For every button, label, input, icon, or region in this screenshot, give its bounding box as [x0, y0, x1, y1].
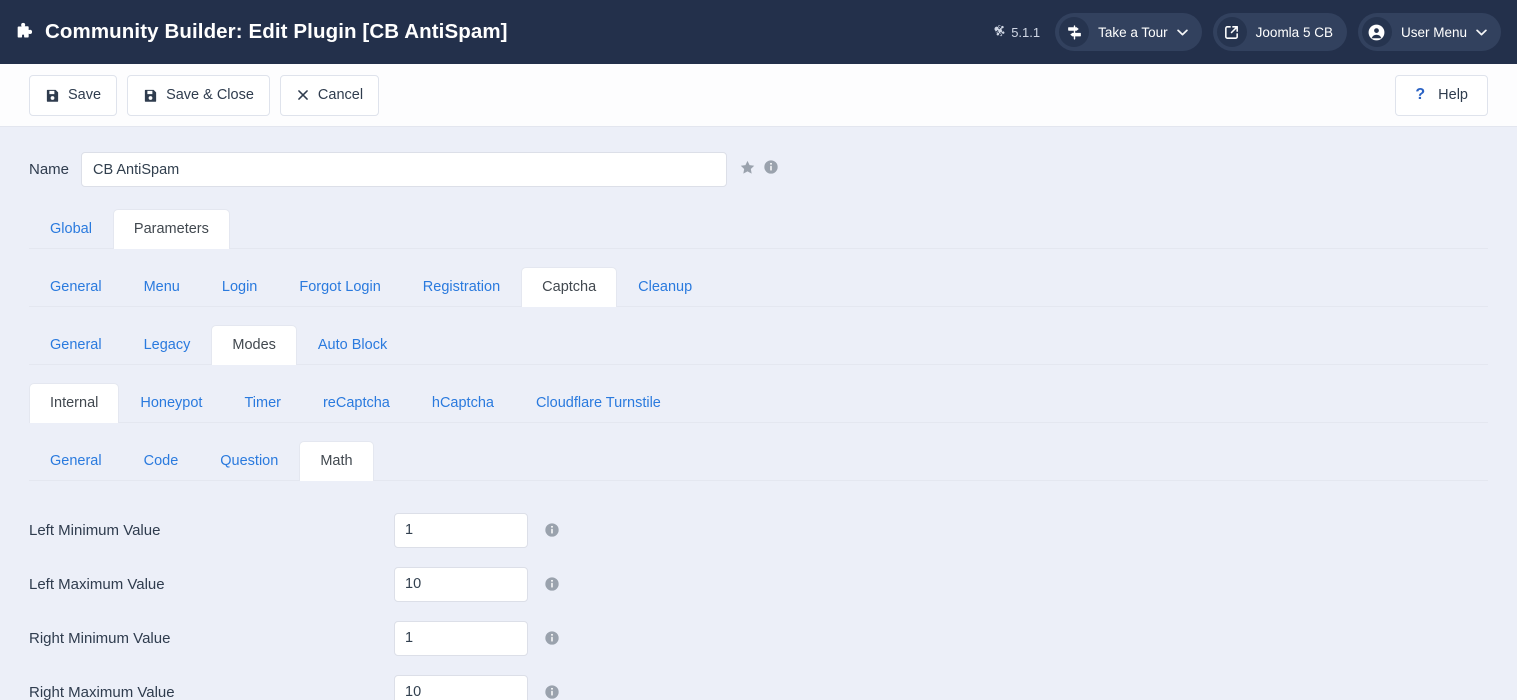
- save-button-label: Save: [68, 87, 102, 103]
- tab-code[interactable]: Code: [123, 441, 200, 482]
- page-body: Name Global Parameters General Menu L: [0, 127, 1517, 700]
- right-maximum-value-label: Right Maximum Value: [29, 683, 175, 700]
- form-row-right-maximum-value: Right Maximum Value: [29, 665, 1488, 700]
- page-title: Community Builder: Edit Plugin [CB AntiS…: [45, 20, 508, 43]
- right-minimum-value-input[interactable]: [394, 620, 528, 656]
- right-maximum-value-input[interactable]: [394, 674, 528, 700]
- tab-parameters[interactable]: Parameters: [112, 208, 230, 249]
- tab-hcaptcha[interactable]: hCaptcha: [411, 383, 515, 424]
- joomla-5-cb-button[interactable]: Joomla 5 CB: [1212, 13, 1347, 51]
- cancel-button-label: Cancel: [317, 87, 364, 103]
- user-circle-icon: [1361, 17, 1392, 47]
- tab-general-captcha[interactable]: General: [29, 325, 123, 366]
- tab-login[interactable]: Login: [201, 267, 278, 308]
- tab-menu[interactable]: Menu: [123, 267, 201, 308]
- floppy-save-icon: [45, 88, 60, 103]
- info-circle-icon[interactable]: [544, 576, 560, 592]
- user-menu-label: User Menu: [1400, 24, 1467, 40]
- tab-captcha[interactable]: Captcha: [521, 266, 618, 307]
- info-circle-icon[interactable]: [763, 159, 779, 180]
- header-title-group: Community Builder: Edit Plugin [CB AntiS…: [14, 20, 508, 44]
- question-mark-icon: ?: [1415, 86, 1426, 103]
- help-button[interactable]: ? Help: [1395, 74, 1488, 116]
- tabs-level-2: General Menu Login Forgot Login Registra…: [29, 266, 1488, 308]
- tabs-level-1: Global Parameters: [29, 208, 1488, 250]
- tab-honeypot[interactable]: Honeypot: [119, 383, 223, 424]
- info-circle-icon[interactable]: [544, 522, 560, 538]
- cancel-button[interactable]: Cancel: [279, 74, 380, 116]
- app-header: Community Builder: Edit Plugin [CB AntiS…: [0, 0, 1517, 64]
- toolbar-buttons: Save Save & Close Cancel: [29, 74, 380, 116]
- tab-internal[interactable]: Internal: [29, 382, 120, 423]
- tab-forgot-login[interactable]: Forgot Login: [278, 267, 401, 308]
- name-field-row: Name: [29, 127, 1488, 187]
- tab-timer[interactable]: Timer: [223, 383, 302, 424]
- toolbar: Save Save & Close Cancel ? Help: [0, 64, 1517, 127]
- joomla-version: 5.1.1: [993, 25, 1040, 40]
- tab-recaptcha[interactable]: reCaptcha: [302, 383, 411, 424]
- tab-question[interactable]: Question: [199, 441, 299, 482]
- form-row-left-maximum-value: Left Maximum Value: [29, 557, 1488, 611]
- right-minimum-value-label: Right Minimum Value: [29, 629, 171, 647]
- external-link-icon: [1216, 17, 1247, 47]
- left-maximum-value-input[interactable]: [394, 566, 528, 602]
- tab-cleanup[interactable]: Cleanup: [617, 267, 713, 308]
- tab-modes[interactable]: Modes: [211, 324, 297, 365]
- tab-cloudflare-turnstile[interactable]: Cloudflare Turnstile: [515, 383, 682, 424]
- math-settings-form: Left Minimum Value Left Maximum Value: [29, 481, 1488, 700]
- take-a-tour-button[interactable]: Take a Tour: [1055, 13, 1202, 51]
- version-label: 5.1.1: [1011, 24, 1041, 40]
- tab-general-internal[interactable]: General: [29, 441, 123, 482]
- name-field-icons: [739, 159, 779, 181]
- name-label: Name: [29, 161, 70, 178]
- save-and-close-button[interactable]: Save & Close: [127, 74, 270, 116]
- tab-math[interactable]: Math: [299, 440, 374, 481]
- help-button-label: Help: [1438, 87, 1468, 103]
- tab-auto-block[interactable]: Auto Block: [297, 325, 408, 366]
- take-a-tour-label: Take a Tour: [1098, 24, 1168, 40]
- joomla-logo-icon: [993, 25, 1006, 39]
- joomla-5-cb-label: Joomla 5 CB: [1255, 24, 1333, 40]
- info-circle-icon[interactable]: [544, 630, 560, 646]
- close-x-icon: [296, 88, 310, 102]
- tab-registration[interactable]: Registration: [402, 267, 521, 308]
- chevron-down-icon: [1176, 29, 1188, 36]
- tab-legacy[interactable]: Legacy: [123, 325, 212, 366]
- left-minimum-value-input[interactable]: [394, 512, 528, 548]
- chevron-down-icon: [1476, 29, 1487, 36]
- signpost-icon: [1059, 17, 1090, 47]
- plugin-puzzle-icon: [14, 21, 36, 43]
- header-actions: 5.1.1 Take a Tour Joomla 5 CB User Menu: [993, 13, 1501, 51]
- tab-general[interactable]: General: [29, 267, 123, 308]
- tabs-level-5: General Code Question Math: [29, 440, 1488, 482]
- save-and-close-button-label: Save & Close: [166, 87, 254, 103]
- form-row-left-minimum-value: Left Minimum Value: [29, 503, 1488, 557]
- tabs-level-3: General Legacy Modes Auto Block: [29, 324, 1488, 366]
- user-menu-button[interactable]: User Menu: [1357, 13, 1501, 51]
- form-row-right-minimum-value: Right Minimum Value: [29, 611, 1488, 665]
- save-button[interactable]: Save: [29, 74, 118, 116]
- tab-global[interactable]: Global: [29, 209, 113, 250]
- name-input[interactable]: [81, 152, 728, 187]
- left-minimum-value-label: Left Minimum Value: [29, 521, 161, 539]
- star-icon[interactable]: [739, 159, 756, 181]
- info-circle-icon[interactable]: [544, 684, 560, 700]
- floppy-save-icon: [143, 88, 158, 103]
- left-maximum-value-label: Left Maximum Value: [29, 575, 165, 593]
- tabs-level-4: Internal Honeypot Timer reCaptcha hCaptc…: [29, 382, 1488, 424]
